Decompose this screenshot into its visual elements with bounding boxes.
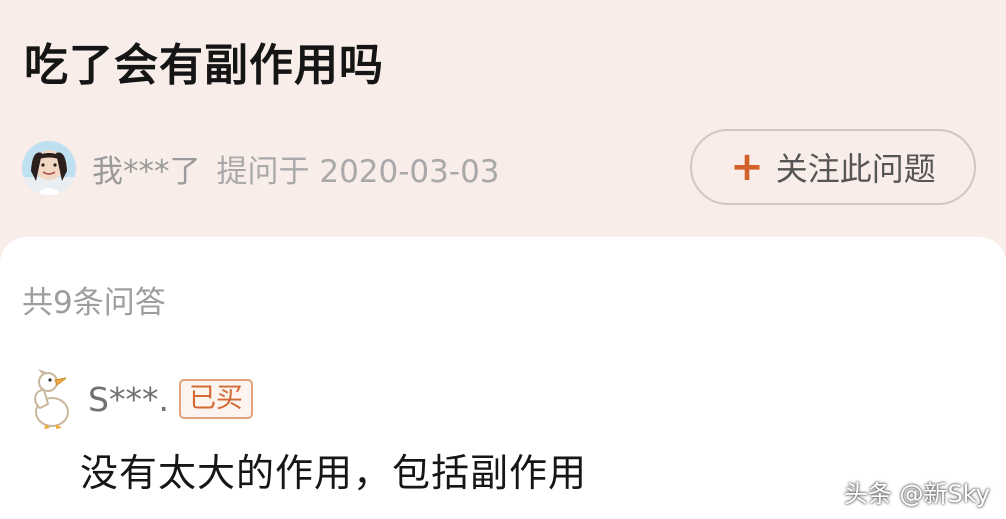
asked-date: 提问于 2020-03-03: [216, 153, 500, 190]
follow-question-button[interactable]: + 关注此问题: [690, 129, 976, 205]
follow-question-label: 关注此问题: [775, 150, 936, 188]
answer-header: S***. 已买: [26, 367, 253, 431]
answerer-name[interactable]: S***.: [88, 380, 169, 419]
watermark: 头条 @新Sky: [843, 480, 990, 508]
goose-avatar-icon: [34, 369, 69, 429]
answerer-avatar[interactable]: [26, 368, 78, 430]
plus-icon: +: [730, 144, 764, 190]
asker-info: 我***了 提问于 2020-03-03: [22, 140, 500, 196]
answer-count: 共9条问答: [22, 285, 166, 321]
answer-text: 没有太大的作用，包括副作用: [80, 451, 588, 495]
asker-avatar[interactable]: [22, 141, 76, 195]
question-header: 吃了会有副作用吗 我***了 提问于 2020-03-03 + 关注此问题: [0, 0, 1006, 250]
purchased-badge: 已买: [178, 379, 253, 419]
question-title: 吃了会有副作用吗: [24, 40, 384, 91]
asker-name[interactable]: 我***了: [92, 146, 201, 191]
asker-avatar-image: [22, 141, 76, 195]
